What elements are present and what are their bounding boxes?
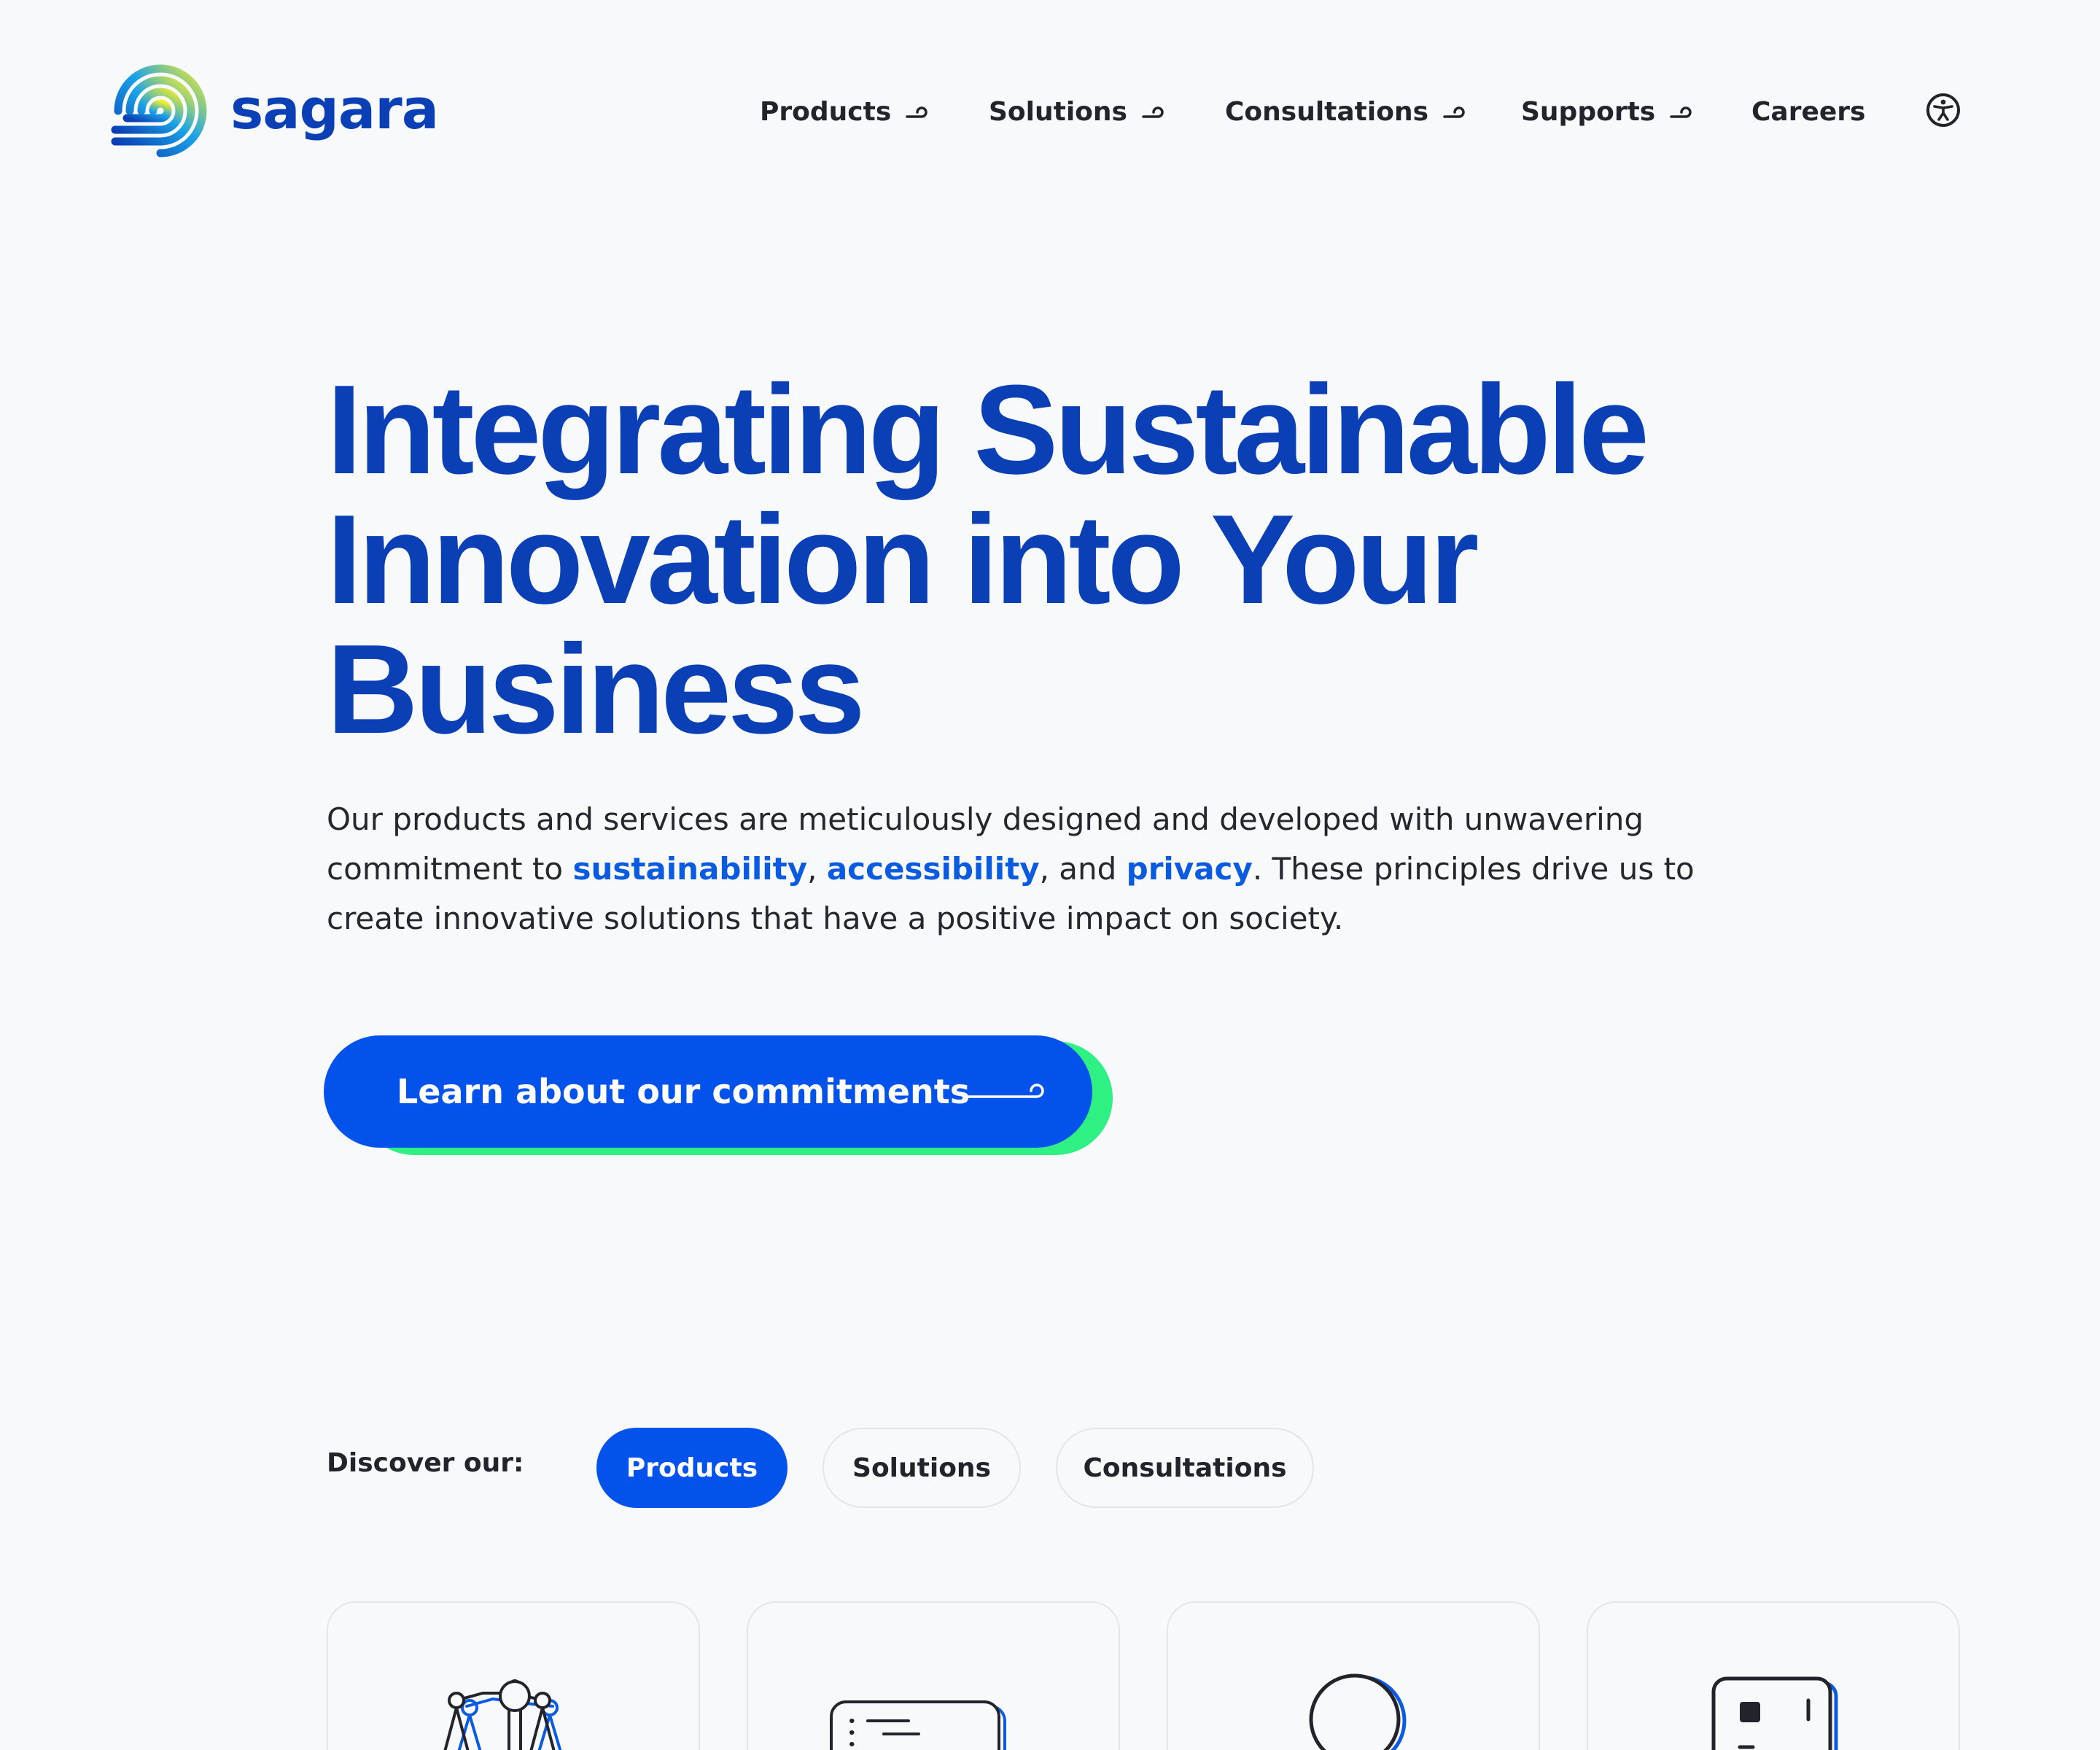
accessibility-link[interactable]: accessibility <box>827 851 1040 887</box>
nav-item-label: Solutions <box>989 96 1127 127</box>
cta-label: Learn about our commitments <box>397 1072 971 1111</box>
site-header: sagara Products Solutions Consultations … <box>0 0 2100 219</box>
nav-item-products[interactable]: Products <box>760 86 928 137</box>
chevron-down-icon <box>1670 106 1692 118</box>
main-nav: Products Solutions Consultations Support… <box>0 86 2100 137</box>
hero-title-line: Integrating Sustainable <box>327 358 1649 500</box>
sustainability-link[interactable]: sustainability <box>572 851 807 887</box>
nav-item-supports[interactable]: Supports <box>1521 86 1692 137</box>
terminal-window-icon <box>830 1700 1006 1750</box>
hero-description: Our products and services are meticulous… <box>327 795 1785 944</box>
privacy-link[interactable]: privacy <box>1127 851 1253 887</box>
tab-consultations[interactable]: Consultations <box>1056 1428 1314 1508</box>
product-card[interactable] <box>1587 1601 1960 1750</box>
nav-item-label: Products <box>760 96 892 127</box>
nav-item-careers[interactable]: Careers <box>1751 86 1865 137</box>
product-card[interactable] <box>327 1601 700 1750</box>
chevron-down-icon <box>1142 106 1164 118</box>
scales-icon <box>443 1679 562 1750</box>
device-icon <box>1711 1676 1838 1750</box>
tab-solutions[interactable]: Solutions <box>822 1428 1021 1508</box>
nav-item-label: Consultations <box>1225 96 1429 127</box>
tab-products[interactable]: Products <box>596 1428 788 1508</box>
discover-label: Discover our: <box>327 1448 524 1478</box>
nav-item-label: Careers <box>1751 96 1866 127</box>
hero-title: Integrating Sustainable Innovation into … <box>327 365 1931 754</box>
chevron-down-icon <box>1443 106 1465 118</box>
arrow-right-icon <box>967 1084 1044 1098</box>
nav-item-label: Supports <box>1521 96 1656 127</box>
product-card[interactable] <box>1167 1601 1540 1750</box>
circle-icon <box>1309 1673 1407 1750</box>
hero-title-line: Innovation into Your <box>327 488 1479 630</box>
description-separator: , <box>807 851 827 887</box>
learn-commitments-button[interactable]: Learn about our commitments <box>324 1035 1092 1148</box>
product-card[interactable] <box>747 1601 1120 1750</box>
accessibility-icon[interactable] <box>1925 92 1961 128</box>
chevron-down-icon <box>906 106 928 118</box>
description-separator: , and <box>1039 851 1127 887</box>
nav-item-solutions[interactable]: Solutions <box>989 86 1164 137</box>
nav-item-consultations[interactable]: Consultations <box>1225 86 1465 137</box>
hero-title-line: Business <box>327 618 866 760</box>
